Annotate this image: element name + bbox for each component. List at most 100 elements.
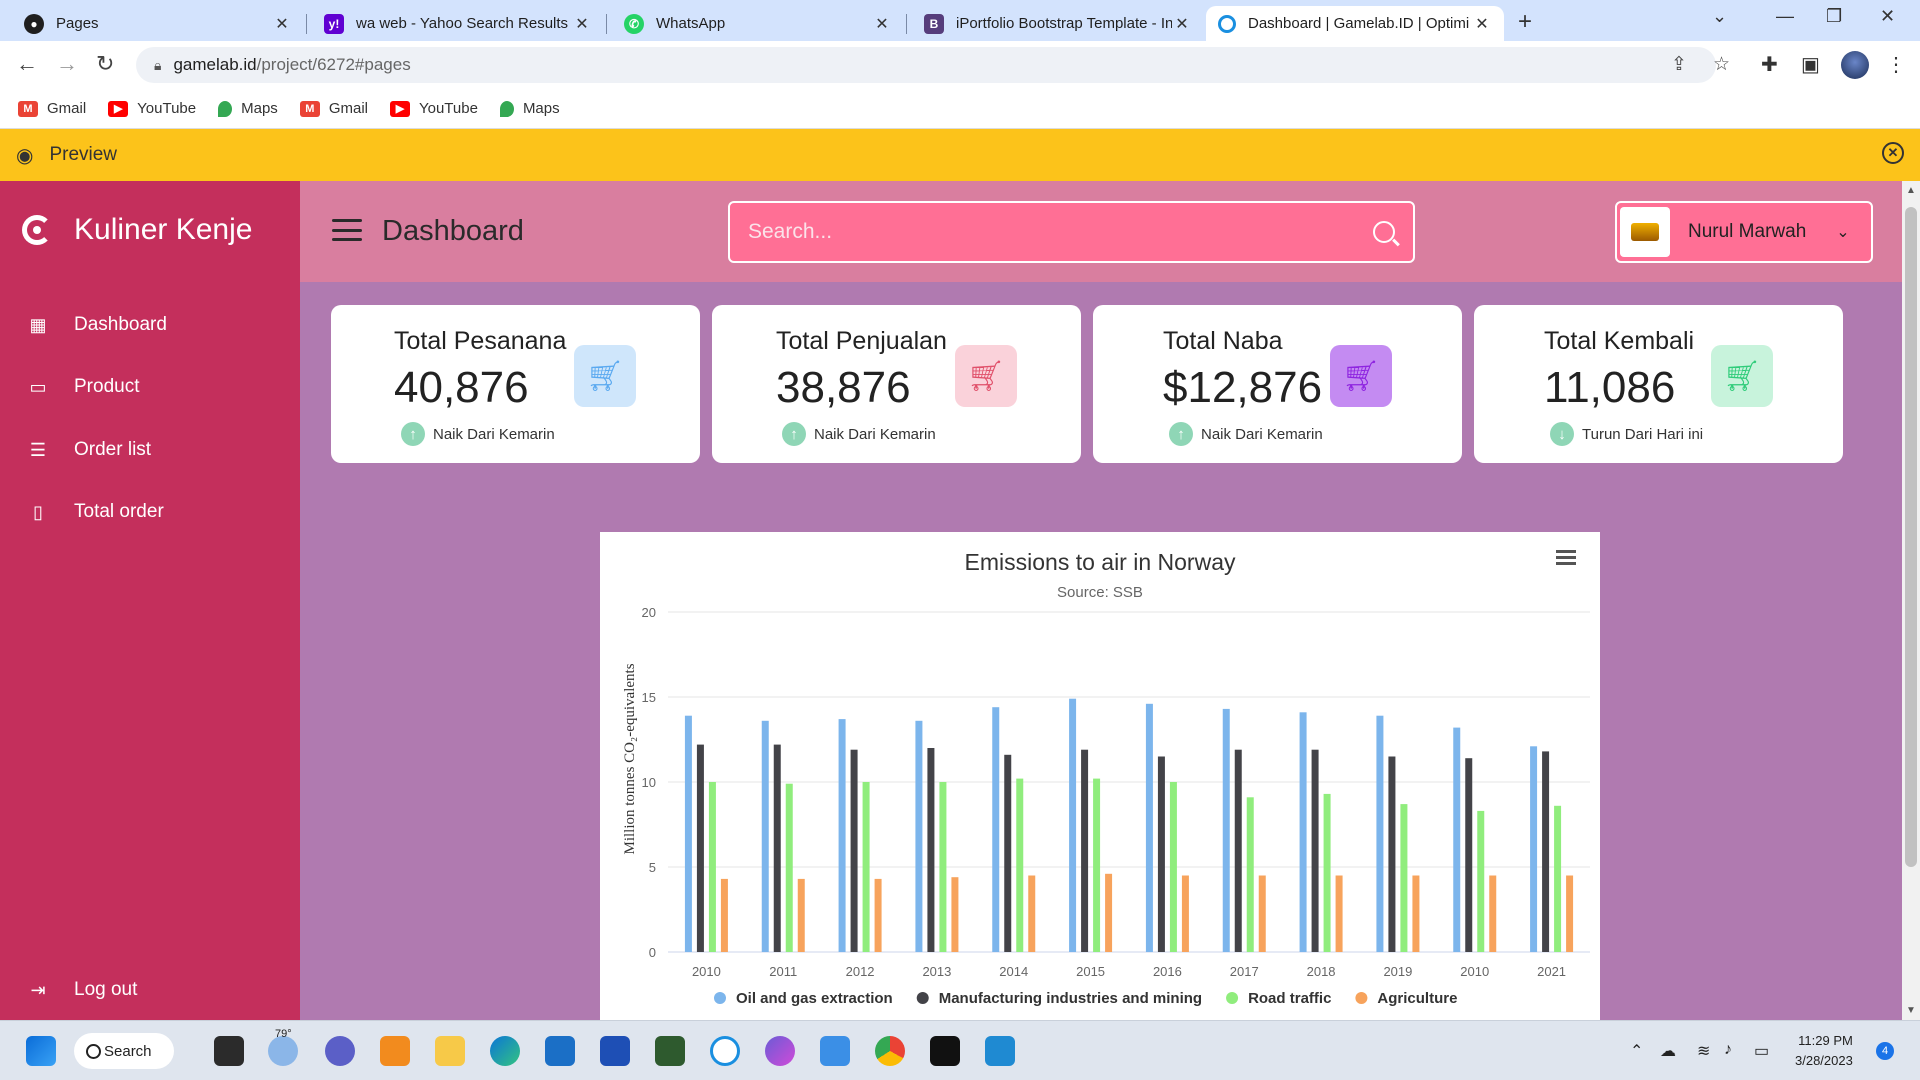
restore-icon[interactable]: ❐ — [1826, 6, 1842, 27]
clock[interactable]: 11:29 PM 3/28/2023 — [1795, 1031, 1853, 1071]
vscode-icon[interactable] — [985, 1036, 1015, 1066]
search-icon[interactable] — [1373, 221, 1395, 243]
gamelab-icon — [1218, 14, 1236, 33]
sidebar-item-order-list[interactable]: ☰ Order list — [28, 439, 151, 461]
eye-icon: ◉ — [16, 144, 34, 167]
user-name: Nurul Marwah — [1688, 221, 1807, 242]
browser-tab[interactable]: B iPortfolio Bootstrap Template - In ✕ — [912, 6, 1204, 41]
app-icon[interactable] — [600, 1036, 630, 1066]
bookmark-star-icon[interactable]: ☆ — [1713, 53, 1730, 76]
bookmark-item[interactable]: ▶ YouTube — [389, 100, 478, 117]
stat-value: $12,876 — [1163, 363, 1323, 412]
profile-avatar[interactable] — [1841, 51, 1869, 79]
page-title: Dashboard — [382, 215, 524, 247]
sidebar-item-total-order[interactable]: ▯ Total order — [28, 501, 164, 523]
minimize-icon[interactable]: — — [1776, 6, 1794, 27]
url-bar[interactable]: 🔒︎ gamelab.id/project/6272#pages — [136, 47, 1716, 83]
close-window-icon[interactable]: ✕ — [1880, 6, 1895, 27]
teams-chat-icon[interactable] — [325, 1036, 355, 1066]
scrollbar-thumb[interactable] — [1905, 207, 1917, 867]
close-tab-icon[interactable]: ✕ — [872, 14, 892, 34]
stat-value: 38,876 — [776, 363, 911, 412]
forward-icon[interactable]: → — [56, 51, 78, 77]
weather-icon[interactable] — [268, 1036, 298, 1066]
browser-tab[interactable]: ✆ WhatsApp ✕ — [612, 6, 904, 41]
new-tab-icon[interactable]: + — [1518, 8, 1532, 36]
chart-bar — [720, 878, 728, 952]
file-explorer-icon[interactable] — [435, 1036, 465, 1066]
legend-label: Oil and gas extraction — [736, 990, 893, 1007]
search-input[interactable] — [748, 220, 1373, 244]
app-icon[interactable] — [655, 1036, 685, 1066]
edge-icon[interactable] — [490, 1036, 520, 1066]
terminal-icon[interactable] — [930, 1036, 960, 1066]
gmail-icon: M — [299, 100, 320, 117]
back-icon[interactable]: ← — [16, 51, 38, 77]
volume-icon[interactable]: ♪ — [1724, 1041, 1732, 1059]
page-scrollbar[interactable]: ▲ ▼ — [1902, 181, 1920, 1020]
close-preview-icon[interactable]: ✕ — [1882, 142, 1904, 164]
bookmark-item[interactable]: M Gmail — [299, 100, 368, 117]
chevron-down-icon: ⌄ — [1836, 224, 1850, 241]
whatsapp-icon: ✆ — [624, 13, 644, 34]
chart-bar — [1299, 712, 1307, 952]
menu-toggle-icon[interactable] — [332, 219, 362, 241]
chart-bar — [992, 707, 1000, 952]
browser-tab-active[interactable]: Dashboard | Gamelab.ID | Optimi ✕ — [1206, 6, 1504, 41]
bookmark-item[interactable]: Maps — [218, 100, 278, 117]
chart-svg: Emissions to air in Norway Source: SSB M… — [622, 549, 1590, 1007]
copilot-icon[interactable] — [765, 1036, 795, 1066]
close-tab-icon[interactable]: ✕ — [572, 14, 592, 34]
chrome-icon[interactable] — [875, 1036, 905, 1066]
task-view-icon[interactable] — [214, 1036, 244, 1066]
bookmark-item[interactable]: ▶ YouTube — [108, 100, 196, 117]
chart-bar — [1388, 756, 1396, 952]
battery-icon[interactable]: ▭ — [1754, 1041, 1769, 1061]
chart-menu-icon[interactable] — [1556, 550, 1576, 565]
clock-time: 11:29 PM — [1798, 1033, 1853, 1048]
onedrive-icon[interactable]: ☁ — [1660, 1041, 1676, 1061]
chart-bar — [874, 878, 882, 952]
bookmark-item[interactable]: M Gmail — [18, 100, 86, 117]
stat-label: Total Penjualan — [776, 327, 947, 355]
sublime-text-icon[interactable] — [380, 1036, 410, 1066]
archive-icon: ▭ — [29, 376, 47, 397]
brand[interactable]: Kuliner Kenje — [22, 213, 252, 247]
share-icon[interactable]: ⇪ — [1671, 53, 1687, 76]
chart-bar — [797, 878, 805, 952]
gamelab-app-icon[interactable] — [710, 1036, 740, 1066]
sidebar-item-dashboard[interactable]: ▦ Dashboard — [28, 314, 166, 336]
browser-tab[interactable]: ● Pages ✕ — [12, 6, 304, 41]
bookmark-item[interactable]: Maps — [499, 100, 560, 117]
chart-bar — [1453, 727, 1461, 952]
windows-start-icon[interactable] — [26, 1036, 56, 1066]
chart-bar — [1069, 698, 1077, 952]
notification-badge[interactable]: 4 — [1876, 1042, 1894, 1060]
sidebar-item-product[interactable]: ▭ Product — [28, 376, 139, 398]
brand-logo-icon — [22, 215, 52, 245]
user-menu[interactable]: Nurul Marwah ⌄ — [1615, 201, 1873, 263]
side-panel-icon[interactable]: ▣ — [1801, 52, 1820, 77]
close-tab-icon[interactable]: ✕ — [1472, 14, 1492, 34]
extensions-icon[interactable]: ✚ — [1761, 52, 1778, 77]
notepad-icon[interactable] — [820, 1036, 850, 1066]
logout-button[interactable]: ⇥ Log out — [28, 979, 137, 1001]
tray-chevron-icon[interactable]: ⌃ — [1630, 1041, 1643, 1061]
tab-search-icon[interactable]: ⌄ — [1712, 6, 1727, 27]
chart-bar — [696, 744, 704, 952]
more-menu-icon[interactable]: ⋮ — [1886, 52, 1906, 77]
legend-label: Manufacturing industries and mining — [939, 990, 1202, 1007]
chart-bar — [927, 748, 935, 952]
chart-bar — [1323, 793, 1331, 952]
wifi-icon[interactable]: ≋ — [1697, 1041, 1710, 1061]
close-tab-icon[interactable]: ✕ — [272, 14, 292, 34]
chart-bar — [862, 782, 870, 952]
taskbar-search[interactable]: Search — [74, 1033, 174, 1069]
close-tab-icon[interactable]: ✕ — [1172, 14, 1192, 34]
scroll-down-icon[interactable]: ▼ — [1906, 1005, 1916, 1016]
gmail-icon: M — [18, 100, 38, 117]
mail-icon[interactable] — [545, 1036, 575, 1066]
scroll-up-icon[interactable]: ▲ — [1906, 185, 1916, 196]
reload-icon[interactable]: ↻ — [96, 51, 114, 77]
browser-tab[interactable]: y! wa web - Yahoo Search Results ✕ — [312, 6, 604, 41]
